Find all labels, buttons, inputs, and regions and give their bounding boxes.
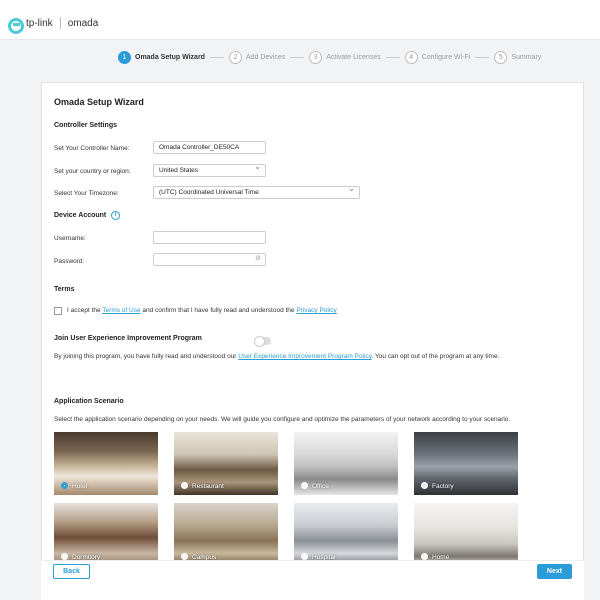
tp-link-logo-icon — [8, 16, 24, 34]
scenario-radio — [181, 482, 188, 489]
step-label: Add Devices — [245, 54, 286, 61]
step-omada-setup-wizard: 1 Omada Setup Wizard — [118, 51, 205, 64]
country-label: Set your country or region: — [54, 168, 131, 175]
ux-program-policy-link[interactable]: User Experience Improvement Program Poli… — [238, 353, 371, 360]
country-value: United States — [159, 167, 199, 174]
scenario-radio — [301, 482, 308, 489]
logo: tp-link omada — [8, 16, 99, 34]
password-input[interactable]: ⊘ — [153, 253, 266, 266]
step-label: Summary — [511, 54, 542, 61]
scenario-tile-hotel[interactable]: Hotel — [54, 432, 158, 495]
dormitory-photo — [54, 503, 158, 566]
back-button[interactable]: Back — [53, 564, 90, 579]
step-number: 2 — [228, 51, 242, 64]
device-account-heading: Device Account — [54, 212, 107, 219]
join-program-toggle[interactable] — [254, 336, 271, 347]
scenario-tile-restaurant[interactable]: Restaurant — [174, 432, 278, 495]
join-text-prefix: By joining this program, you have fully … — [54, 353, 239, 360]
step-add-devices: 2 Add Devices — [228, 51, 286, 64]
step-number: 1 — [118, 51, 131, 64]
scenario-label: Restaurant — [192, 483, 224, 490]
wizard-footer: Back Next — [41, 560, 584, 600]
restaurant-photo — [174, 432, 278, 495]
controller-name-label: Set Your Controller Name: — [54, 145, 130, 152]
scenario-radio — [421, 553, 428, 560]
top-bar: tp-link omada — [0, 0, 600, 40]
home-photo — [414, 503, 518, 566]
wizard-steps: 1 Omada Setup Wizard 2 Add Devices 3 Act… — [118, 51, 541, 64]
terms-checkbox[interactable] — [54, 307, 62, 315]
scenario-radio — [61, 553, 68, 560]
eye-off-icon[interactable]: ⊘ — [255, 255, 261, 263]
timezone-value: (UTC) Coordinated Universal Time — [159, 189, 259, 196]
controller-name-input[interactable]: Omada Controller_DE50CA — [153, 141, 266, 154]
password-label: Password: — [54, 258, 85, 265]
scenario-radio — [181, 553, 188, 560]
scenario-radio — [301, 553, 308, 560]
step-number: 4 — [404, 51, 418, 64]
step-summary: 5 Summary — [494, 51, 541, 64]
controller-settings-heading: Controller Settings — [54, 122, 118, 129]
terms-of-use-link[interactable]: Terms of Use — [102, 307, 140, 314]
terms-heading: Terms — [54, 286, 75, 293]
join-text-suffix: . You can opt out of the program at any … — [371, 353, 500, 360]
terms-text-middle: and confirm that I have fully read and u… — [140, 307, 297, 314]
scenario-tile-dormitory[interactable]: Dormitory — [54, 503, 158, 566]
country-select[interactable]: United States — [153, 163, 266, 177]
scenario-radio — [61, 482, 68, 489]
info-icon[interactable]: i — [111, 211, 120, 220]
step-number: 3 — [309, 51, 323, 64]
wizard-card: Omada Setup Wizard Controller Settings S… — [41, 82, 584, 600]
scenario-description: Select the application scenario dependin… — [54, 416, 511, 423]
step-connector — [290, 57, 305, 58]
scenario-tile-office[interactable]: Office — [294, 432, 398, 495]
logo-omada-text: omada — [67, 17, 99, 29]
factory-photo — [414, 432, 518, 495]
scenario-tile-home[interactable]: Home — [414, 503, 518, 566]
timezone-label: Select Your Timezone: — [54, 190, 119, 197]
username-input[interactable] — [153, 231, 266, 244]
scenario-radio — [421, 482, 428, 489]
join-program-text: By joining this program, you have fully … — [54, 353, 499, 360]
campus-photo — [174, 503, 278, 566]
step-label: Activate Licenses — [326, 54, 381, 61]
application-scenario-heading: Application Scenario — [54, 398, 124, 405]
step-activate-licenses: 3 Activate Licenses — [309, 51, 381, 64]
logo-divider — [59, 17, 61, 29]
scenario-label: Hotel — [72, 483, 88, 490]
hospital-photo — [294, 503, 398, 566]
privacy-policy-link[interactable]: Privacy Policy — [296, 307, 336, 314]
step-connector — [385, 57, 400, 58]
terms-text-prefix: I accept the — [67, 307, 103, 314]
timezone-select[interactable]: (UTC) Coordinated Universal Time — [153, 185, 360, 199]
page-title: Omada Setup Wizard — [54, 97, 144, 107]
step-label: Omada Setup Wizard — [135, 54, 205, 61]
scenario-label: Office — [312, 483, 329, 490]
terms-text: I accept the Terms of Use and confirm th… — [67, 307, 337, 314]
step-connector — [475, 57, 490, 58]
next-button[interactable]: Next — [537, 564, 572, 579]
scenario-tile-factory[interactable]: Factory — [414, 432, 518, 495]
scenario-label: Factory — [432, 483, 454, 490]
step-label: Configure Wi-Fi — [421, 54, 471, 61]
join-program-heading: Join User Experience Improvement Program — [54, 335, 202, 342]
hotel-photo — [54, 432, 158, 495]
scenario-tile-campus[interactable]: Campus — [174, 503, 278, 566]
office-photo — [294, 432, 398, 495]
step-connector — [209, 57, 224, 58]
step-configure-wifi: 4 Configure Wi-Fi — [404, 51, 471, 64]
step-number: 5 — [494, 51, 508, 64]
username-label: Username: — [54, 235, 86, 242]
scenario-tile-hospital[interactable]: Hospital — [294, 503, 398, 566]
logo-tplink-text: tp-link — [26, 17, 53, 29]
